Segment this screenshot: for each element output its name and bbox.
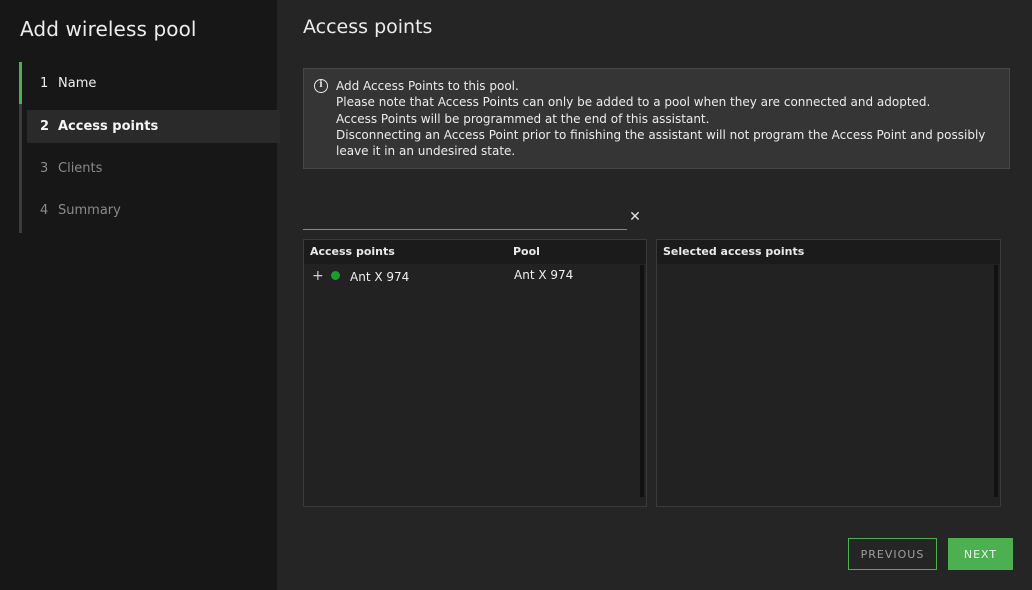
step-number: 4 [40, 203, 49, 218]
table-header: Selected access points [657, 240, 1000, 264]
next-button[interactable]: NEXT [948, 538, 1013, 570]
step-list: 1 Name 2 Access points 3 Clients 4 Summa… [19, 62, 280, 233]
step-number: 1 [40, 75, 49, 91]
step-label: Clients [58, 161, 103, 176]
info-notice: i Add Access Points to this pool. Please… [303, 68, 1010, 169]
available-access-points-table: Access points Pool + Ant X 974 Ant X 974 [303, 239, 647, 507]
wizard-sidebar: Add wireless pool 1 Name 2 Access points… [0, 0, 280, 590]
close-icon[interactable]: ✕ [629, 210, 641, 224]
pool-name: Ant X 974 [514, 268, 574, 282]
search-input[interactable] [303, 206, 627, 228]
step-number: 2 [40, 119, 50, 134]
step-progress-indicator [19, 62, 22, 104]
previous-button[interactable]: PREVIOUS [848, 538, 937, 570]
scrollbar[interactable] [994, 265, 998, 497]
add-icon[interactable]: + [312, 268, 324, 284]
column-header-pool[interactable]: Pool [513, 245, 540, 258]
page-title: Access points [303, 16, 433, 38]
info-line: Add Access Points to this pool. [336, 79, 519, 93]
info-line: Disconnecting an Access Point prior to f… [336, 127, 986, 159]
step-clients[interactable]: 3 Clients [22, 152, 277, 185]
scrollbar[interactable] [640, 265, 644, 497]
info-line: Access Points will be programmed at the … [336, 111, 710, 126]
step-label: Summary [58, 203, 121, 218]
step-label: Name [58, 75, 97, 91]
table-header: Access points Pool [304, 240, 646, 264]
column-header-selected-access-points[interactable]: Selected access points [663, 245, 804, 258]
step-label: Access points [58, 119, 159, 134]
step-summary[interactable]: 4 Summary [22, 194, 277, 227]
info-line: Please note that Access Points can only … [336, 95, 931, 110]
access-point-name: Ant X 974 [350, 270, 410, 284]
column-header-access-points[interactable]: Access points [310, 245, 395, 258]
step-access-points[interactable]: 2 Access points [27, 110, 280, 143]
info-icon: i [314, 79, 328, 93]
status-online-icon [331, 271, 340, 280]
step-name[interactable]: 1 Name [19, 62, 277, 104]
info-text: Add Access Points to this pool. Please n… [336, 78, 1006, 159]
step-number: 3 [40, 161, 49, 176]
search-field [303, 206, 627, 230]
selected-access-points-table: Selected access points [656, 239, 1001, 507]
table-row[interactable]: + Ant X 974 Ant X 974 [304, 267, 642, 289]
wizard-title: Add wireless pool [20, 17, 197, 41]
